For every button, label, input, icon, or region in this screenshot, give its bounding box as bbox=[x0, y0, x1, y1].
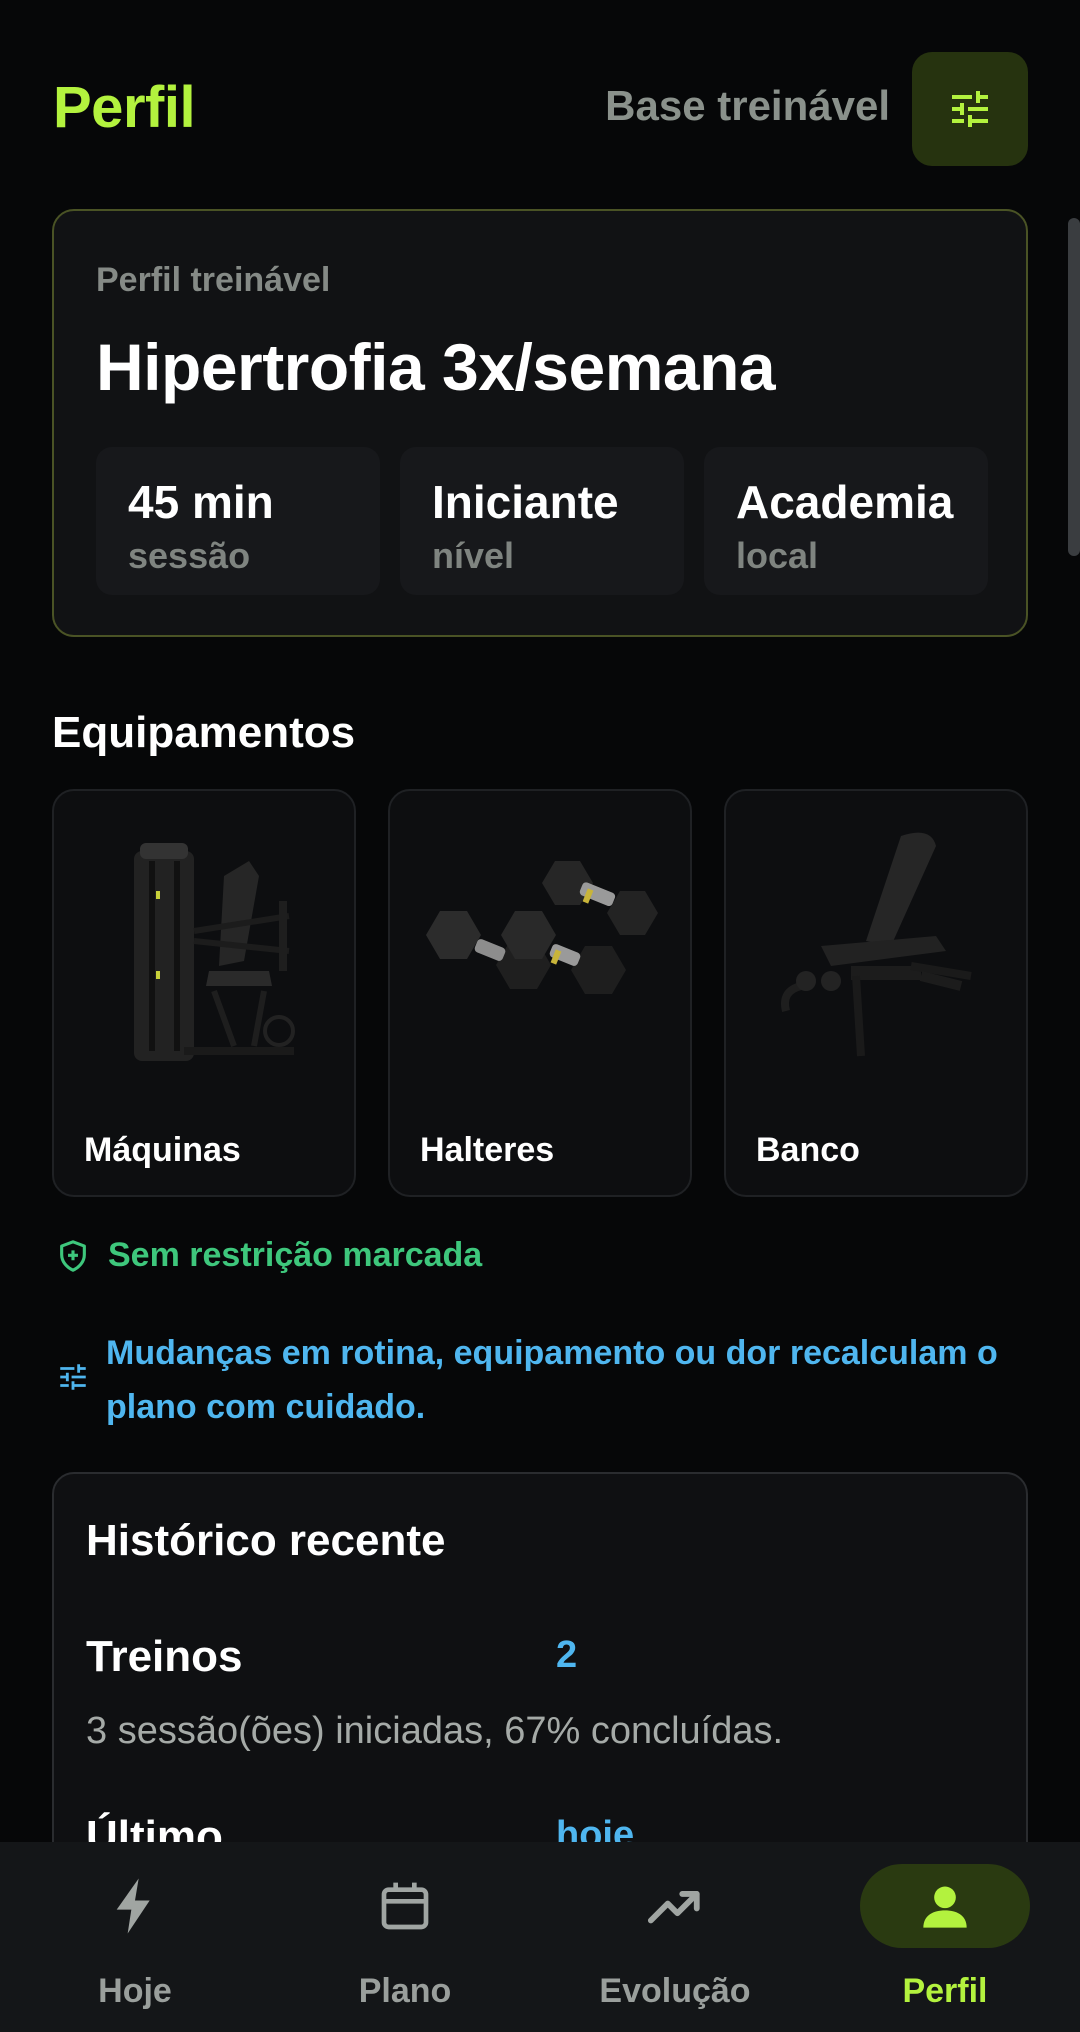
nav-icon-wrap bbox=[860, 1864, 1030, 1948]
nav-icon-wrap bbox=[320, 1864, 490, 1948]
nav-label: Evolução bbox=[599, 1972, 751, 2010]
stat-value: Academia bbox=[736, 476, 954, 528]
profile-card: Perfil treinável Hipertrofia 3x/semana 4… bbox=[52, 209, 1028, 637]
stat-location: Academia local bbox=[704, 447, 988, 595]
stat-value: 45 min bbox=[128, 476, 274, 528]
equipment-card-bench[interactable]: Banco bbox=[724, 789, 1028, 1197]
stat-label: sessão bbox=[128, 535, 251, 576]
stat-label: nível bbox=[432, 535, 515, 576]
profile-eyebrow: Perfil treinável bbox=[96, 261, 331, 299]
dumbbells-image bbox=[390, 791, 690, 1091]
notice-text: Mudanças em rotina, equipamento ou dor r… bbox=[106, 1334, 998, 1426]
tune-icon bbox=[952, 91, 988, 127]
restriction-status: Sem restrição marcada bbox=[56, 1236, 482, 1275]
equipment-name: Banco bbox=[756, 1131, 860, 1169]
scrollbar[interactable] bbox=[1068, 218, 1080, 556]
shield-plus-icon bbox=[60, 1239, 86, 1272]
nav-icon-wrap bbox=[50, 1864, 220, 1948]
page-title: Perfil bbox=[53, 75, 196, 140]
nav-icon-wrap bbox=[590, 1864, 760, 1948]
equipment-name: Máquinas bbox=[84, 1131, 241, 1169]
stat-session: 45 min sessão bbox=[96, 447, 380, 595]
history-row-value: 2 bbox=[556, 1634, 578, 1676]
tune-icon bbox=[60, 1364, 86, 1390]
history-title: Histórico recente bbox=[86, 1516, 446, 1565]
chest-press-machine-image bbox=[54, 791, 354, 1091]
adjustable-bench-image bbox=[726, 791, 1026, 1091]
profile-name: Hipertrofia 3x/semana bbox=[96, 330, 776, 404]
app-header: Perfil Base treinável bbox=[0, 0, 1080, 210]
equipment-card-dumbbells[interactable]: Halteres bbox=[388, 789, 692, 1197]
calendar-icon bbox=[381, 1882, 429, 1930]
stat-label: local bbox=[736, 535, 819, 576]
nav-item-evolucao[interactable]: Evolução bbox=[565, 1842, 785, 2032]
equipment-title: Equipamentos bbox=[52, 708, 356, 757]
nav-label: Perfil bbox=[902, 1972, 988, 2010]
stat-level: Iniciante nível bbox=[400, 447, 684, 595]
trending-up-icon bbox=[647, 1891, 700, 1924]
stat-value: Iniciante bbox=[432, 476, 619, 528]
filter-button[interactable] bbox=[912, 52, 1028, 166]
history-row-label: Treinos bbox=[86, 1632, 243, 1681]
history-row-desc: 3 sessão(ões) iniciadas, 67% concluídas. bbox=[86, 1710, 784, 1752]
nav-item-plano[interactable]: Plano bbox=[295, 1842, 515, 2032]
header-subtitle: Base treinável bbox=[605, 82, 890, 129]
restriction-text: Sem restrição marcada bbox=[108, 1236, 483, 1274]
equipment-card-machines[interactable]: Máquinas bbox=[52, 789, 356, 1197]
nav-label: Plano bbox=[358, 1972, 452, 2010]
nav-label: Hoje bbox=[98, 1972, 172, 2010]
bottom-navigation: Hoje Plano Evolução Perfil bbox=[0, 1842, 1080, 2032]
nav-item-hoje[interactable]: Hoje bbox=[25, 1842, 245, 2032]
bolt-icon bbox=[116, 1878, 150, 1934]
equipment-name: Halteres bbox=[420, 1131, 555, 1169]
person-icon bbox=[923, 1886, 967, 1928]
nav-item-perfil[interactable]: Perfil bbox=[835, 1842, 1055, 2032]
